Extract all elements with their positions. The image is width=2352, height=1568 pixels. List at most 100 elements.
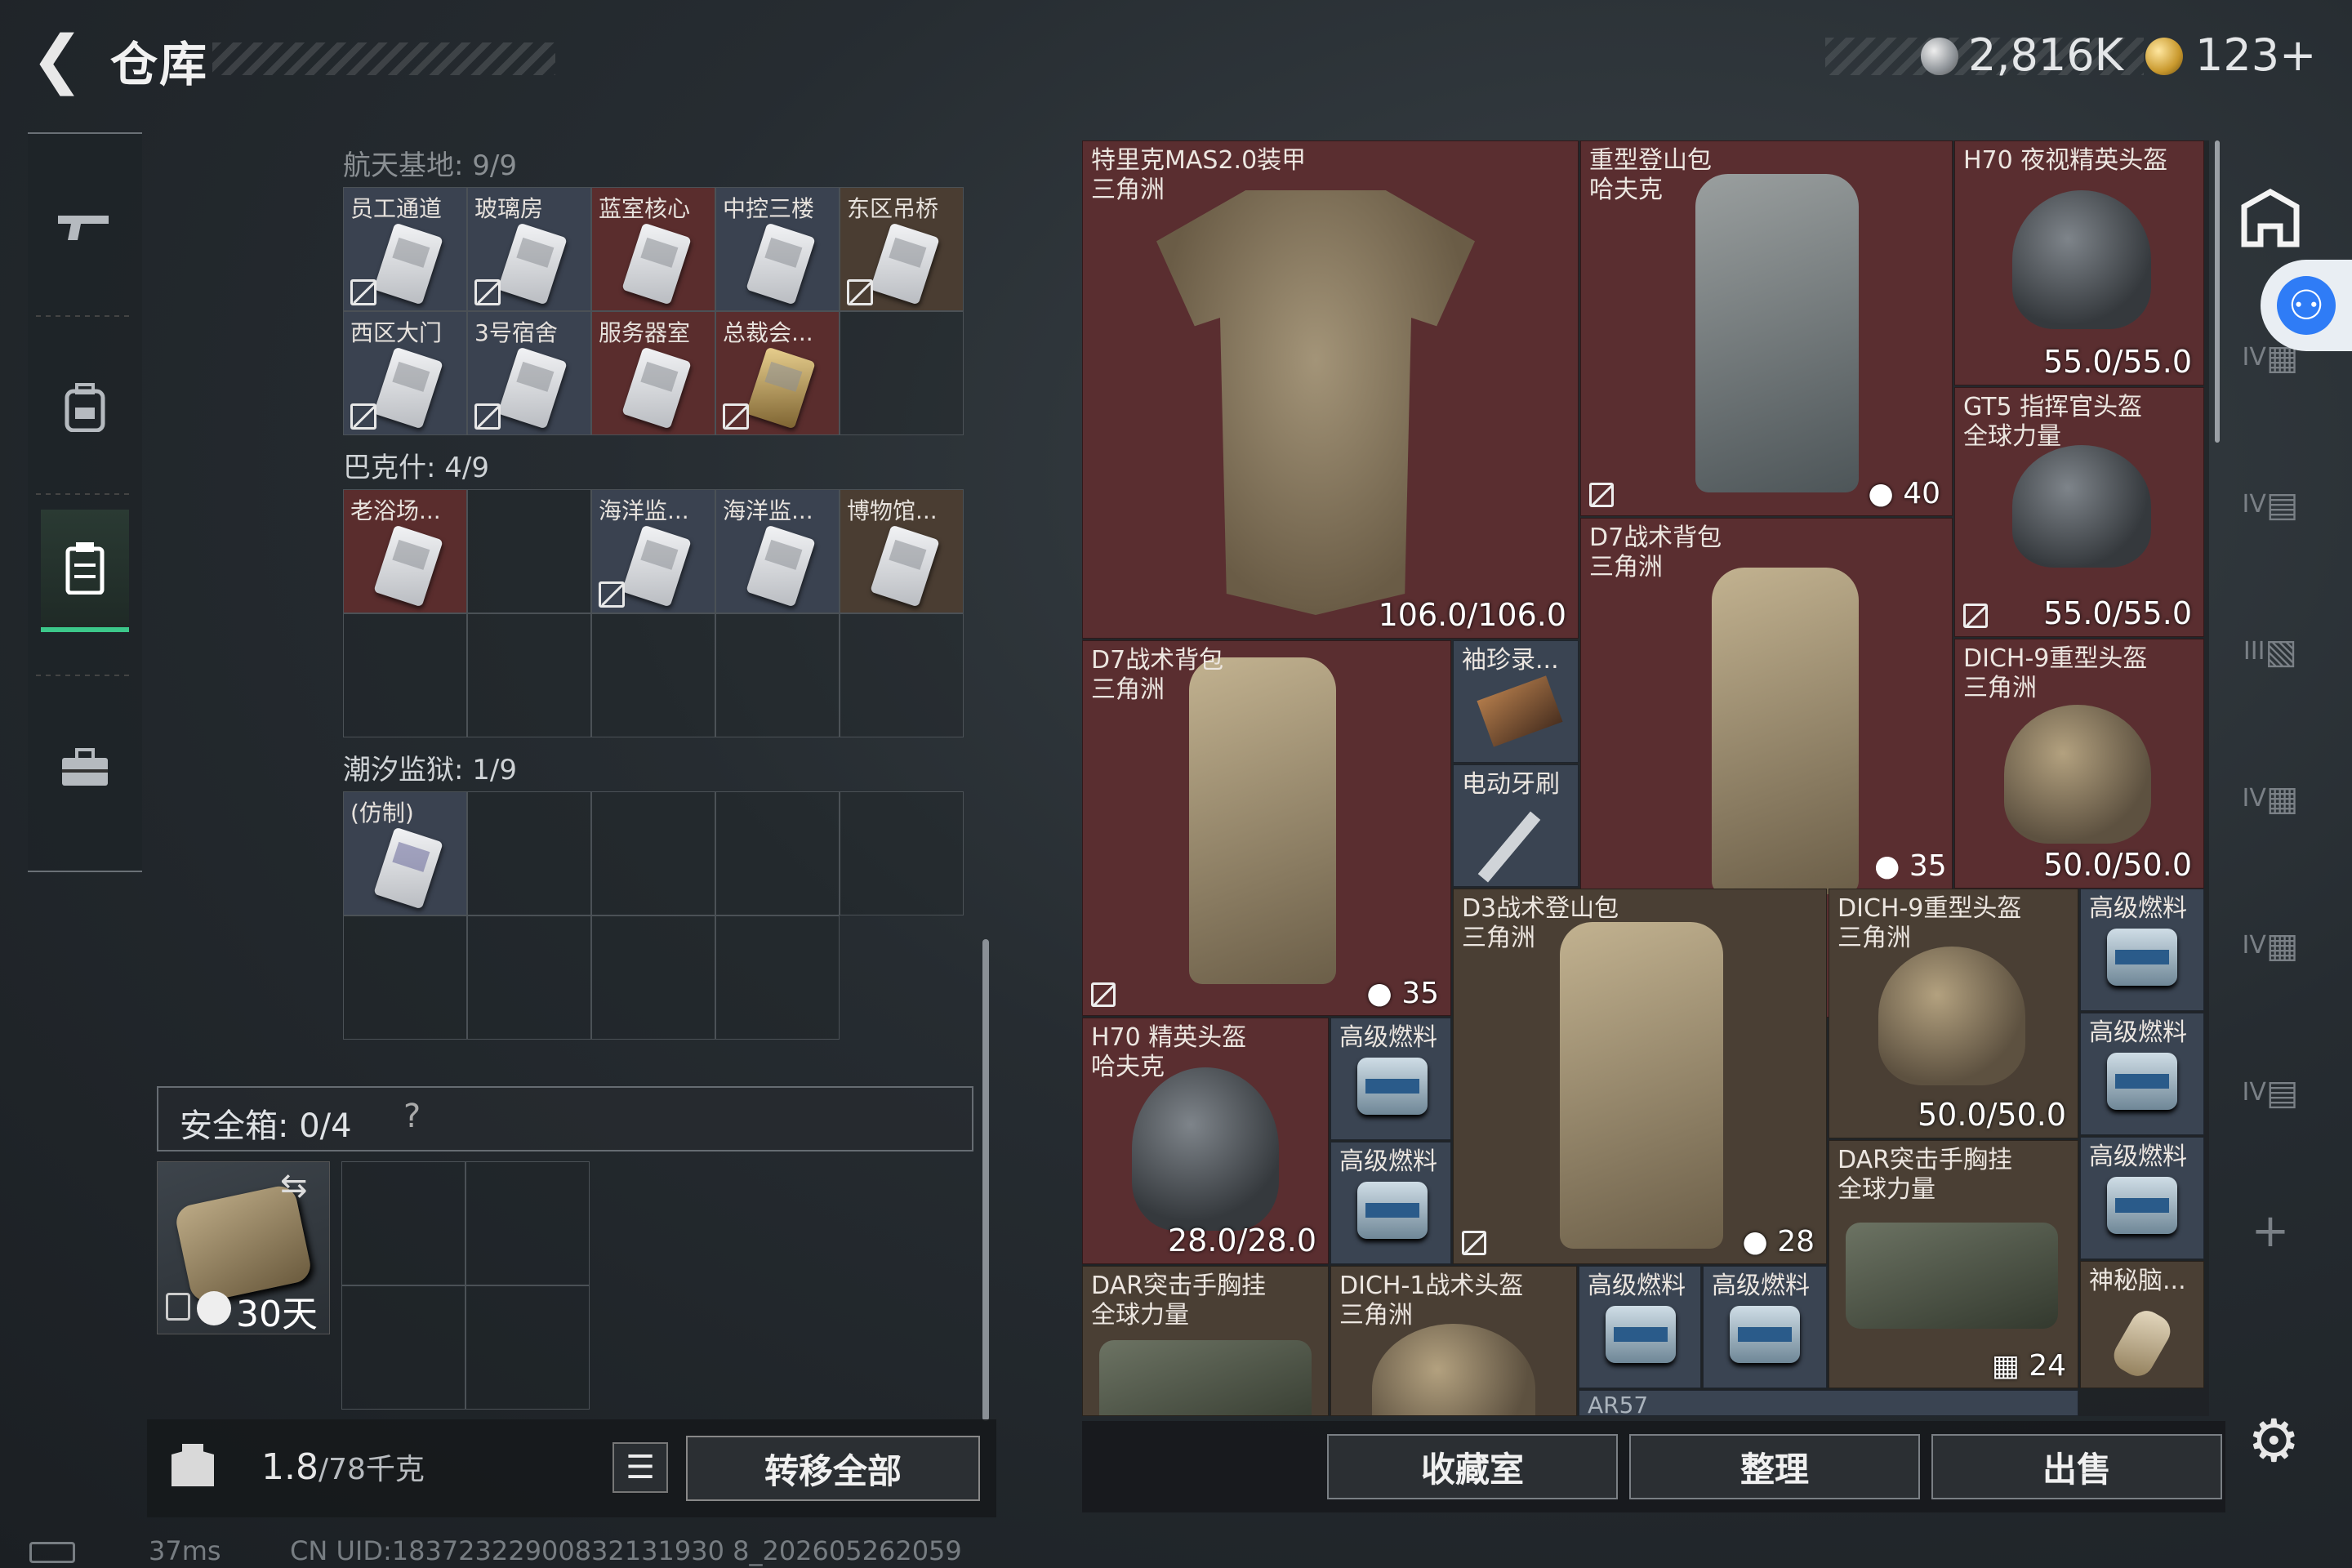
item-d3-pack[interactable]: D3战术登山包 三角洲 ● 28	[1453, 889, 1827, 1264]
keycard-image	[746, 524, 816, 608]
help-icon[interactable]: ?	[403, 1098, 421, 1135]
rail-tab-3[interactable]: III ▧	[2238, 622, 2303, 679]
currency-coupons[interactable]: 123+	[2195, 29, 2316, 81]
organize-button[interactable]: 整理	[1629, 1434, 1920, 1499]
item-recorder[interactable]: 袖珍录...	[1453, 640, 1579, 763]
keycard-slot-empty[interactable]	[591, 791, 715, 915]
keycard-slot[interactable]: 博物馆...	[840, 489, 964, 613]
item-gt5-helmet[interactable]: GT5 指挥官头盔 全球力量 55.0/55.0	[1954, 387, 2204, 637]
keycard-slot[interactable]: 总裁会...	[715, 311, 840, 435]
item-fuel[interactable]: 高级燃料	[2080, 1137, 2204, 1259]
stash-home-icon[interactable]	[2238, 189, 2303, 247]
nav-weapons[interactable]	[41, 167, 129, 289]
item-capacity: ▦ 24	[1991, 1349, 2066, 1383]
item-fuel[interactable]: 高级燃料	[1703, 1266, 1827, 1388]
item-name: DAR突击手胸挂 全球力量	[1838, 1146, 2012, 1205]
safebox-slot[interactable]	[466, 1285, 590, 1410]
keycard-slot[interactable]: 海洋监...	[591, 489, 715, 613]
item-name: 高级燃料	[1339, 1023, 1437, 1052]
safebox-slot[interactable]	[341, 1285, 466, 1410]
no-lock-icon	[1963, 604, 1988, 628]
keycard-slot-empty[interactable]	[715, 613, 840, 737]
safebox-duration: 30天	[236, 1294, 318, 1335]
sell-button[interactable]: 出售	[1931, 1434, 2222, 1499]
keycard-slot[interactable]: 海洋监...	[715, 489, 840, 613]
rail-tab-5[interactable]: IV ▦	[2238, 916, 2303, 973]
item-name: H70 夜视精英头盔	[1963, 146, 2168, 175]
keycard-slot-empty[interactable]	[343, 915, 467, 1040]
item-mystery[interactable]: 神秘脑...	[2080, 1261, 2204, 1388]
keycard-slot-empty[interactable]	[840, 613, 964, 737]
item-fuel[interactable]: 高级燃料	[1579, 1266, 1701, 1388]
back-arrow-icon[interactable]: ❮	[24, 23, 90, 96]
rig-image	[1099, 1340, 1312, 1415]
item-dar-rig[interactable]: DAR突击手胸挂 全球力量 ▦ 24	[1829, 1140, 2078, 1388]
rail-tab-6[interactable]: IV ▤	[2238, 1063, 2303, 1120]
rail-tab-2[interactable]: IV ▤	[2238, 475, 2303, 532]
keycard-slot-empty[interactable]	[591, 915, 715, 1040]
gear-icon[interactable]: ⚙	[2247, 1406, 2301, 1475]
nav-storage[interactable]	[41, 510, 129, 632]
keycard-slot-empty[interactable]	[467, 613, 591, 737]
add-tab-button[interactable]: +	[2238, 1202, 2303, 1259]
keycard-slot-empty[interactable]	[715, 791, 840, 915]
item-h70-helmet[interactable]: H70 精英头盔 哈夫克 28.0/28.0	[1082, 1018, 1329, 1264]
collection-button[interactable]: 收藏室	[1327, 1434, 1618, 1499]
stash-grid: 特里克MAS2.0装甲 三角洲 106.0/106.0 重型登山包 哈夫克 ● 40…	[1082, 140, 2209, 1416]
item-ar57[interactable]: AR57	[1579, 1390, 2078, 1416]
accessibility-button[interactable]: ⚇	[2261, 260, 2352, 351]
warehouse-scrollbar[interactable]	[982, 939, 989, 1421]
item-vest[interactable]: 特里克MAS2.0装甲 三角洲 106.0/106.0	[1082, 140, 1579, 639]
keycard-slot[interactable]: 老浴场...	[343, 489, 467, 613]
transfer-all-button[interactable]: 转移全部	[686, 1436, 980, 1501]
keycard-slot-empty[interactable]	[467, 791, 591, 915]
keycard-slot[interactable]: 东区吊桥	[840, 187, 964, 311]
item-heavy-pack[interactable]: 重型登山包 哈夫克 ● 40	[1580, 140, 1953, 516]
item-dich1-helmet[interactable]: DICH-1战术头盔 三角洲	[1330, 1266, 1577, 1416]
item-faction: 三角洲	[1589, 553, 1663, 581]
capacity-value: 35	[1909, 849, 1947, 883]
storage-icon	[65, 542, 105, 595]
keycard-slot[interactable]: 蓝室核心	[591, 187, 715, 311]
stash-scrollbar[interactable]	[2215, 140, 2220, 443]
rail-tab-4[interactable]: IV ▦	[2238, 769, 2303, 826]
safebox-slot[interactable]	[466, 1161, 590, 1285]
nav-backpack[interactable]	[41, 346, 129, 469]
keycard-slot[interactable]: 中控三楼	[715, 187, 840, 311]
keycard-slot-empty[interactable]	[840, 791, 964, 915]
item-fuel[interactable]: 高级燃料	[1330, 1142, 1451, 1264]
keycard-slot-empty[interactable]	[343, 613, 467, 737]
item-title: DAR突击手胸挂	[1838, 1146, 2012, 1174]
item-dar-rig[interactable]: DAR突击手胸挂 全球力量	[1082, 1266, 1329, 1416]
keycard-slot-empty[interactable]	[591, 613, 715, 737]
section-title: 潮汐监狱: 1/9	[343, 754, 517, 786]
keycard-slot-empty[interactable]	[467, 915, 591, 1040]
backpack-image	[1560, 922, 1723, 1249]
item-fuel[interactable]: 高级燃料	[1330, 1018, 1451, 1140]
safebox-item[interactable]: ⇆ 30天	[157, 1161, 330, 1335]
item-title: D3战术登山包	[1462, 894, 1619, 923]
item-toothbrush[interactable]: 电动牙刷	[1453, 764, 1579, 887]
item-fuel[interactable]: 高级燃料	[2080, 1013, 2204, 1135]
safebox-slot[interactable]	[341, 1161, 466, 1285]
keycard-slot[interactable]: (仿制)	[343, 791, 467, 915]
keycard-slot[interactable]: 服务器室	[591, 311, 715, 435]
safebox-header: 安全箱: 0/4 ?	[157, 1086, 973, 1152]
item-dich9-helmet[interactable]: DICH-9重型头盔 三角洲 50.0/50.0	[1829, 889, 2078, 1138]
currency-money[interactable]: 2,816K	[1968, 29, 2123, 81]
keycard-slot-empty[interactable]	[467, 489, 591, 613]
item-fuel[interactable]: 高级燃料	[2080, 889, 2204, 1011]
swap-icon[interactable]: ⇆	[280, 1167, 308, 1205]
item-name: 高级燃料	[1712, 1272, 1810, 1300]
item-h70-nv-helmet[interactable]: H70 夜视精英头盔 55.0/55.0	[1954, 140, 2204, 385]
nav-toolbox[interactable]	[41, 706, 129, 828]
keycard-slot[interactable]: 玻璃房	[467, 187, 591, 311]
list-view-button[interactable]: ☰	[612, 1442, 668, 1493]
keycard-slot[interactable]: 3号宿舍	[467, 311, 591, 435]
item-dich9-helmet[interactable]: DICH-9重型头盔 三角洲 50.0/50.0	[1954, 639, 2204, 889]
item-d7-pack[interactable]: D7战术背包 三角洲 ● 35	[1082, 640, 1451, 1016]
keycard-slot[interactable]: 西区大门	[343, 311, 467, 435]
keycard-slot-empty[interactable]	[840, 311, 964, 435]
keycard-slot[interactable]: 员工通道	[343, 187, 467, 311]
keycard-slot-empty[interactable]	[715, 915, 840, 1040]
